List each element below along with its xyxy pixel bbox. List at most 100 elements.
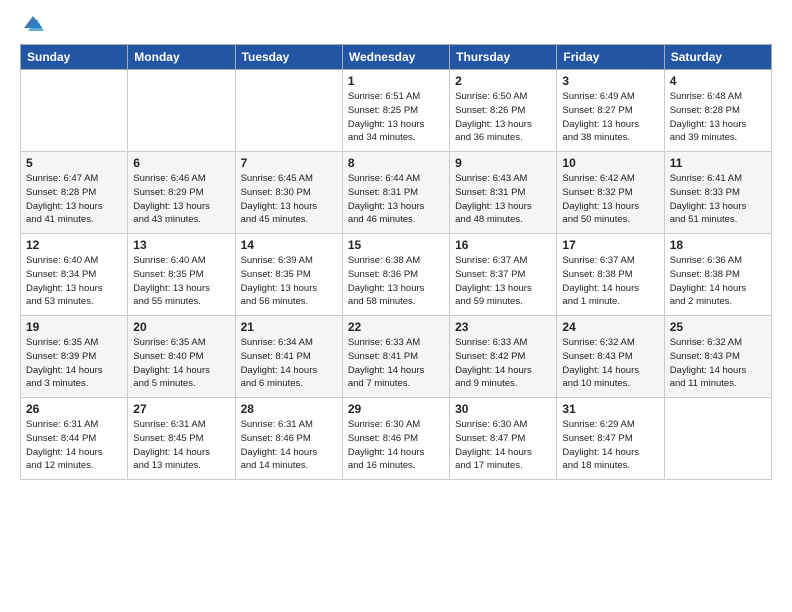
- day-number: 16: [455, 238, 551, 252]
- day-number: 10: [562, 156, 658, 170]
- day-cell-11: 11Sunrise: 6:41 AM Sunset: 8:33 PM Dayli…: [664, 152, 771, 234]
- weekday-header-friday: Friday: [557, 45, 664, 70]
- day-info: Sunrise: 6:45 AM Sunset: 8:30 PM Dayligh…: [241, 172, 337, 227]
- day-number: 5: [26, 156, 122, 170]
- day-cell-29: 29 Sunrise: 6:30 AM Sunset: 8:46 PM Dayli…: [342, 398, 449, 480]
- day-info: Sunrise: 6:33 AM Sunset: 8:41 PM Dayligh…: [348, 336, 444, 391]
- day-number: 7: [241, 156, 337, 170]
- day-number: 29: [348, 402, 444, 416]
- empty-cell: [128, 70, 235, 152]
- day-number: 30: [455, 402, 551, 416]
- day-cell-9: 9 Sunrise: 6:43 AM Sunset: 8:31 PM Daylig…: [450, 152, 557, 234]
- day-number: 3: [562, 74, 658, 88]
- weekday-header-tuesday: Tuesday: [235, 45, 342, 70]
- day-info: Sunrise: 6:42 AM Sunset: 8:32 PM Dayligh…: [562, 172, 658, 227]
- day-info: Sunrise: 6:49 AM Sunset: 8:27 PM Dayligh…: [562, 90, 658, 145]
- day-cell-7: 7 Sunrise: 6:45 AM Sunset: 8:30 PM Daylig…: [235, 152, 342, 234]
- day-number: 31: [562, 402, 658, 416]
- day-cell-13: 13 Sunrise: 6:40 AM Sunset: 8:35 PM Dayli…: [128, 234, 235, 316]
- day-number: 21: [241, 320, 337, 334]
- day-cell-23: 23Sunrise: 6:33 AM Sunset: 8:42 PM Dayli…: [450, 316, 557, 398]
- day-info: Sunrise: 6:36 AM Sunset: 8:38 PM Dayligh…: [670, 254, 766, 309]
- day-cell-5: 5 Sunrise: 6:47 AM Sunset: 8:28 PM Daylig…: [21, 152, 128, 234]
- day-number: 23: [455, 320, 551, 334]
- day-cell-3: 3 Sunrise: 6:49 AM Sunset: 8:27 PM Daylig…: [557, 70, 664, 152]
- week-row-1: 1Sunrise: 6:51 AM Sunset: 8:25 PM Daylig…: [21, 70, 772, 152]
- day-number: 20: [133, 320, 229, 334]
- calendar-body: 1Sunrise: 6:51 AM Sunset: 8:25 PM Daylig…: [21, 70, 772, 480]
- day-number: 26: [26, 402, 122, 416]
- weekday-header-wednesday: Wednesday: [342, 45, 449, 70]
- day-info: Sunrise: 6:29 AM Sunset: 8:47 PM Dayligh…: [562, 418, 658, 473]
- day-info: Sunrise: 6:38 AM Sunset: 8:36 PM Dayligh…: [348, 254, 444, 309]
- day-cell-17: 17 Sunrise: 6:37 AM Sunset: 8:38 PM Dayli…: [557, 234, 664, 316]
- day-number: 13: [133, 238, 229, 252]
- day-cell-8: 8 Sunrise: 6:44 AM Sunset: 8:31 PM Daylig…: [342, 152, 449, 234]
- week-row-5: 26Sunrise: 6:31 AM Sunset: 8:44 PM Dayli…: [21, 398, 772, 480]
- day-info: Sunrise: 6:40 AM Sunset: 8:34 PM Dayligh…: [26, 254, 122, 309]
- day-cell-20: 20 Sunrise: 6:35 AM Sunset: 8:40 PM Dayli…: [128, 316, 235, 398]
- day-number: 27: [133, 402, 229, 416]
- calendar-page: SundayMondayTuesdayWednesdayThursdayFrid…: [0, 0, 792, 612]
- empty-cell: [235, 70, 342, 152]
- day-cell-1: 1Sunrise: 6:51 AM Sunset: 8:25 PM Daylig…: [342, 70, 449, 152]
- week-row-4: 19 Sunrise: 6:35 AM Sunset: 8:39 PM Dayli…: [21, 316, 772, 398]
- day-number: 4: [670, 74, 766, 88]
- day-cell-19: 19 Sunrise: 6:35 AM Sunset: 8:39 PM Dayli…: [21, 316, 128, 398]
- day-info: Sunrise: 6:40 AM Sunset: 8:35 PM Dayligh…: [133, 254, 229, 309]
- header: [20, 16, 772, 34]
- day-info: Sunrise: 6:30 AM Sunset: 8:47 PM Dayligh…: [455, 418, 551, 473]
- day-cell-6: 6 Sunrise: 6:46 AM Sunset: 8:29 PM Daylig…: [128, 152, 235, 234]
- day-cell-25: 25 Sunrise: 6:32 AM Sunset: 8:43 PM Dayli…: [664, 316, 771, 398]
- day-cell-18: 18 Sunrise: 6:36 AM Sunset: 8:38 PM Dayli…: [664, 234, 771, 316]
- day-info: Sunrise: 6:35 AM Sunset: 8:39 PM Dayligh…: [26, 336, 122, 391]
- day-info: Sunrise: 6:31 AM Sunset: 8:46 PM Dayligh…: [241, 418, 337, 473]
- day-cell-24: 24 Sunrise: 6:32 AM Sunset: 8:43 PM Dayli…: [557, 316, 664, 398]
- day-number: 18: [670, 238, 766, 252]
- day-info: Sunrise: 6:43 AM Sunset: 8:31 PM Dayligh…: [455, 172, 551, 227]
- day-number: 25: [670, 320, 766, 334]
- day-number: 22: [348, 320, 444, 334]
- day-info: Sunrise: 6:37 AM Sunset: 8:37 PM Dayligh…: [455, 254, 551, 309]
- day-cell-16: 16 Sunrise: 6:37 AM Sunset: 8:37 PM Dayli…: [450, 234, 557, 316]
- day-number: 8: [348, 156, 444, 170]
- day-info: Sunrise: 6:46 AM Sunset: 8:29 PM Dayligh…: [133, 172, 229, 227]
- day-number: 2: [455, 74, 551, 88]
- day-cell-31: 31 Sunrise: 6:29 AM Sunset: 8:47 PM Dayli…: [557, 398, 664, 480]
- day-info: Sunrise: 6:35 AM Sunset: 8:40 PM Dayligh…: [133, 336, 229, 391]
- day-info: Sunrise: 6:51 AM Sunset: 8:25 PM Dayligh…: [348, 90, 444, 145]
- day-cell-28: 28 Sunrise: 6:31 AM Sunset: 8:46 PM Dayli…: [235, 398, 342, 480]
- day-number: 17: [562, 238, 658, 252]
- day-number: 24: [562, 320, 658, 334]
- day-number: 28: [241, 402, 337, 416]
- day-cell-30: 30 Sunrise: 6:30 AM Sunset: 8:47 PM Dayli…: [450, 398, 557, 480]
- day-info: Sunrise: 6:34 AM Sunset: 8:41 PM Dayligh…: [241, 336, 337, 391]
- day-number: 9: [455, 156, 551, 170]
- day-info: Sunrise: 6:50 AM Sunset: 8:26 PM Dayligh…: [455, 90, 551, 145]
- weekday-header-thursday: Thursday: [450, 45, 557, 70]
- week-row-2: 5 Sunrise: 6:47 AM Sunset: 8:28 PM Daylig…: [21, 152, 772, 234]
- empty-cell: [21, 70, 128, 152]
- day-number: 11: [670, 156, 766, 170]
- day-info: Sunrise: 6:32 AM Sunset: 8:43 PM Dayligh…: [670, 336, 766, 391]
- day-cell-26: 26Sunrise: 6:31 AM Sunset: 8:44 PM Dayli…: [21, 398, 128, 480]
- day-info: Sunrise: 6:32 AM Sunset: 8:43 PM Dayligh…: [562, 336, 658, 391]
- day-cell-27: 27 Sunrise: 6:31 AM Sunset: 8:45 PM Dayli…: [128, 398, 235, 480]
- day-cell-4: 4Sunrise: 6:48 AM Sunset: 8:28 PM Daylig…: [664, 70, 771, 152]
- day-cell-2: 2 Sunrise: 6:50 AM Sunset: 8:26 PM Daylig…: [450, 70, 557, 152]
- day-number: 15: [348, 238, 444, 252]
- day-number: 12: [26, 238, 122, 252]
- weekday-header-saturday: Saturday: [664, 45, 771, 70]
- day-number: 6: [133, 156, 229, 170]
- day-info: Sunrise: 6:31 AM Sunset: 8:45 PM Dayligh…: [133, 418, 229, 473]
- week-row-3: 12 Sunrise: 6:40 AM Sunset: 8:34 PM Dayli…: [21, 234, 772, 316]
- day-cell-15: 15 Sunrise: 6:38 AM Sunset: 8:36 PM Dayli…: [342, 234, 449, 316]
- empty-cell: [664, 398, 771, 480]
- day-info: Sunrise: 6:47 AM Sunset: 8:28 PM Dayligh…: [26, 172, 122, 227]
- day-info: Sunrise: 6:44 AM Sunset: 8:31 PM Dayligh…: [348, 172, 444, 227]
- day-info: Sunrise: 6:37 AM Sunset: 8:38 PM Dayligh…: [562, 254, 658, 309]
- day-cell-22: 22 Sunrise: 6:33 AM Sunset: 8:41 PM Dayli…: [342, 316, 449, 398]
- day-number: 19: [26, 320, 122, 334]
- day-cell-14: 14Sunrise: 6:39 AM Sunset: 8:35 PM Dayli…: [235, 234, 342, 316]
- day-info: Sunrise: 6:30 AM Sunset: 8:46 PM Dayligh…: [348, 418, 444, 473]
